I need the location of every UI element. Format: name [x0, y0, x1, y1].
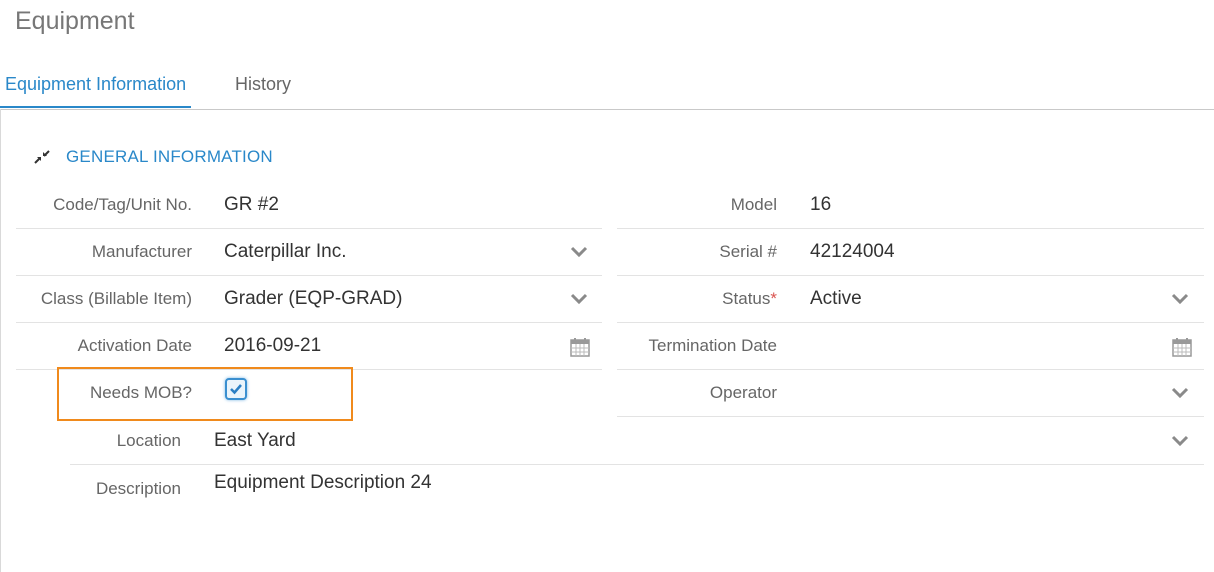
description-textarea[interactable]: Equipment Description 24 — [214, 472, 432, 494]
collapse-arrows-icon[interactable] — [33, 148, 51, 166]
class-label: Class (Billable Item) — [40, 289, 192, 308]
field-row-manufacturer: Manufacturer Caterpillar Inc. — [16, 229, 602, 276]
section-header[interactable]: GENERAL INFORMATION — [33, 145, 273, 169]
serial-label: Serial # — [719, 242, 777, 261]
field-row-class: Class (Billable Item) Grader (EQP-GRAD) — [16, 276, 602, 323]
field-row-description: Description Equipment Description 24 — [70, 465, 1204, 511]
chevron-down-icon[interactable] — [1171, 387, 1189, 399]
code-tag-label: Code/Tag/Unit No. — [53, 195, 192, 214]
status-label-text: Status — [722, 289, 771, 308]
manufacturer-label: Manufacturer — [91, 242, 192, 261]
tab-bar: Equipment Information History — [0, 64, 1214, 110]
calendar-icon[interactable] — [570, 337, 590, 357]
page-title: Equipment — [15, 7, 135, 35]
tab-equipment-information[interactable]: Equipment Information — [0, 72, 192, 108]
needs-mob-highlight — [57, 367, 353, 421]
chevron-down-icon[interactable] — [1171, 293, 1189, 305]
chevron-down-icon[interactable] — [570, 246, 588, 258]
field-row-activation-date: Activation Date 2016-09-21 — [16, 323, 602, 370]
status-select[interactable]: Active — [810, 288, 862, 310]
activation-date-label: Activation Date — [77, 336, 192, 355]
field-row-code-tag: Code/Tag/Unit No. GR #2 — [16, 182, 602, 229]
serial-value[interactable]: 42124004 — [810, 241, 895, 263]
manufacturer-select[interactable]: Caterpillar Inc. — [224, 241, 347, 263]
location-select[interactable]: East Yard — [214, 430, 296, 452]
status-label: Status* — [617, 289, 777, 309]
required-mark: * — [770, 289, 777, 308]
description-label: Description — [95, 479, 181, 498]
field-row-status: Status* Active — [617, 276, 1204, 323]
model-value[interactable]: 16 — [810, 194, 831, 216]
chevron-down-icon[interactable] — [1171, 435, 1189, 447]
field-row-operator: Operator — [617, 370, 1204, 417]
field-row-termination-date: Termination Date — [617, 323, 1204, 370]
section-title: GENERAL INFORMATION — [66, 147, 273, 166]
class-select[interactable]: Grader (EQP-GRAD) — [224, 288, 402, 310]
chevron-down-icon[interactable] — [570, 293, 588, 305]
field-row-location: Location East Yard — [70, 418, 1204, 465]
operator-label: Operator — [709, 383, 777, 402]
tab-history[interactable]: History — [230, 72, 296, 106]
activation-date-input[interactable]: 2016-09-21 — [224, 335, 321, 357]
location-label: Location — [116, 431, 181, 450]
model-label: Model — [730, 195, 777, 214]
calendar-icon[interactable] — [1172, 337, 1192, 357]
field-row-serial: Serial # 42124004 — [617, 229, 1204, 276]
code-tag-value[interactable]: GR #2 — [224, 194, 279, 216]
field-row-model: Model 16 — [617, 182, 1204, 229]
panel-left-border — [0, 109, 1, 572]
termination-date-label: Termination Date — [648, 336, 777, 355]
